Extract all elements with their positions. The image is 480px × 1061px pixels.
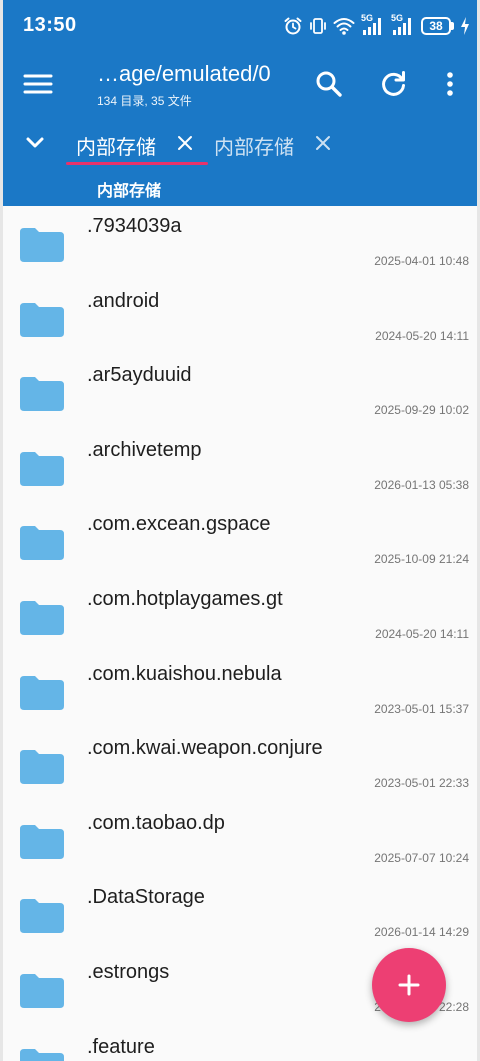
refresh-icon xyxy=(382,71,405,96)
tab-label: 内部存储 xyxy=(76,137,156,159)
list-item[interactable]: .android 2024-05-20 14:11 xyxy=(0,281,480,356)
folder-icon xyxy=(20,750,64,785)
file-date: 2024-05-20 14:11 xyxy=(375,328,469,343)
status-icons: 5G 5G 38 xyxy=(283,13,470,38)
battery-level: 38 xyxy=(421,17,451,35)
chevron-down-icon xyxy=(26,137,44,148)
list-item[interactable]: .7934039a 2025-04-01 10:48 xyxy=(0,206,480,281)
list-item[interactable]: .feature xyxy=(0,1027,480,1061)
screen: 13:50 5G 5G 38 …age/emulated/0 134 目录, 3… xyxy=(0,0,480,1061)
charging-icon xyxy=(461,17,469,35)
status-bar: 13:50 5G 5G 38 xyxy=(0,0,480,50)
file-name: .com.hotplaygames.gt xyxy=(87,587,283,610)
file-name: .DataStorage xyxy=(87,886,205,909)
file-name: .com.kuaishou.nebula xyxy=(87,662,282,685)
signal-icon: 5G xyxy=(391,13,415,37)
list-item[interactable]: .com.hotplaygames.gt 2024-05-20 14:11 xyxy=(0,579,480,654)
alarm-icon xyxy=(284,17,302,35)
tab-internal-storage-active[interactable]: 内部存储 xyxy=(66,118,208,168)
more-options-button[interactable] xyxy=(432,66,468,102)
list-item[interactable]: .com.excean.gspace 2025-10-09 21:24 xyxy=(0,504,480,579)
file-name: .android xyxy=(87,289,160,312)
tab-bar: 内部存储 内部存储 xyxy=(0,118,480,168)
more-vertical-icon xyxy=(447,72,453,96)
folder-icon xyxy=(20,228,64,262)
file-list[interactable]: .7934039a 2025-04-01 10:48 .android 2024… xyxy=(0,206,480,1061)
file-date: 2025-07-07 10:24 xyxy=(374,850,469,865)
battery-icon: 38 xyxy=(421,17,454,35)
refresh-button[interactable] xyxy=(376,66,412,102)
list-item[interactable]: .ar5ayduuid 2025-09-29 10:02 xyxy=(0,355,480,430)
menu-button[interactable] xyxy=(22,68,54,100)
vibrate-icon xyxy=(310,18,326,34)
folder-icon xyxy=(20,899,64,934)
list-item[interactable]: .archivetemp 2026-01-13 05:38 xyxy=(0,430,480,505)
folder-icon xyxy=(20,973,64,1008)
folder-icon xyxy=(20,675,64,710)
list-item[interactable]: .com.kwai.weapon.conjure 2023-05-01 22:3… xyxy=(0,728,480,803)
tab-internal-storage[interactable]: 内部存储 xyxy=(206,118,336,168)
file-name: .feature xyxy=(87,1035,155,1058)
file-date: 2026-01-14 14:29 xyxy=(374,925,469,940)
folder-icon xyxy=(20,302,64,337)
tab-label: 内部存储 xyxy=(214,137,294,159)
file-date: 2023-05-01 22:33 xyxy=(374,776,469,791)
menu-icon xyxy=(23,74,53,94)
list-item[interactable]: .com.kuaishou.nebula 2023-05-01 15:37 xyxy=(0,654,480,729)
tab-indicator xyxy=(66,162,208,165)
add-button[interactable] xyxy=(372,948,446,1022)
folder-icon xyxy=(20,824,64,859)
list-item[interactable]: .com.taobao.dp 2025-07-07 10:24 xyxy=(0,803,480,878)
file-name: .archivetemp xyxy=(87,438,202,461)
search-button[interactable] xyxy=(311,66,347,102)
page-subtitle: 134 目录, 35 文件 xyxy=(97,94,192,108)
app-bar: …age/emulated/0 134 目录, 35 文件 xyxy=(0,50,480,118)
folder-icon xyxy=(20,526,64,561)
file-name: .ar5ayduuid xyxy=(87,364,192,387)
status-time: 13:50 xyxy=(23,14,77,36)
breadcrumb-item[interactable]: 内部存储 xyxy=(97,177,161,201)
file-name: .com.taobao.dp xyxy=(87,811,225,834)
file-name: .estrongs xyxy=(87,960,170,983)
plus-icon xyxy=(398,974,420,996)
list-item[interactable]: .DataStorage 2026-01-14 14:29 xyxy=(0,877,480,952)
page-title: …age/emulated/0 xyxy=(97,61,271,86)
folder-icon xyxy=(20,377,64,412)
close-icon[interactable] xyxy=(314,134,332,152)
file-name: .com.excean.gspace xyxy=(87,513,271,536)
search-icon xyxy=(316,71,342,97)
file-date: 2025-10-09 21:24 xyxy=(374,552,469,567)
breadcrumb: 内部存储 xyxy=(0,168,480,206)
file-name: .7934039a xyxy=(87,215,182,237)
file-date: 2023-05-01 15:37 xyxy=(374,701,469,716)
folder-icon xyxy=(20,451,64,486)
signal-icon: 5G xyxy=(361,13,385,37)
file-date: 2024-05-20 14:11 xyxy=(375,626,469,641)
file-date: 2026-01-13 05:38 xyxy=(374,477,469,492)
file-name: .com.kwai.weapon.conjure xyxy=(87,737,323,760)
wifi-icon xyxy=(333,18,355,35)
close-icon[interactable] xyxy=(176,134,194,152)
folder-icon xyxy=(20,600,64,635)
tabs-expand-button[interactable] xyxy=(20,128,50,158)
file-date: 2025-09-29 10:02 xyxy=(374,403,469,418)
file-date: 2025-04-01 10:48 xyxy=(374,254,469,268)
folder-icon xyxy=(20,1048,64,1061)
